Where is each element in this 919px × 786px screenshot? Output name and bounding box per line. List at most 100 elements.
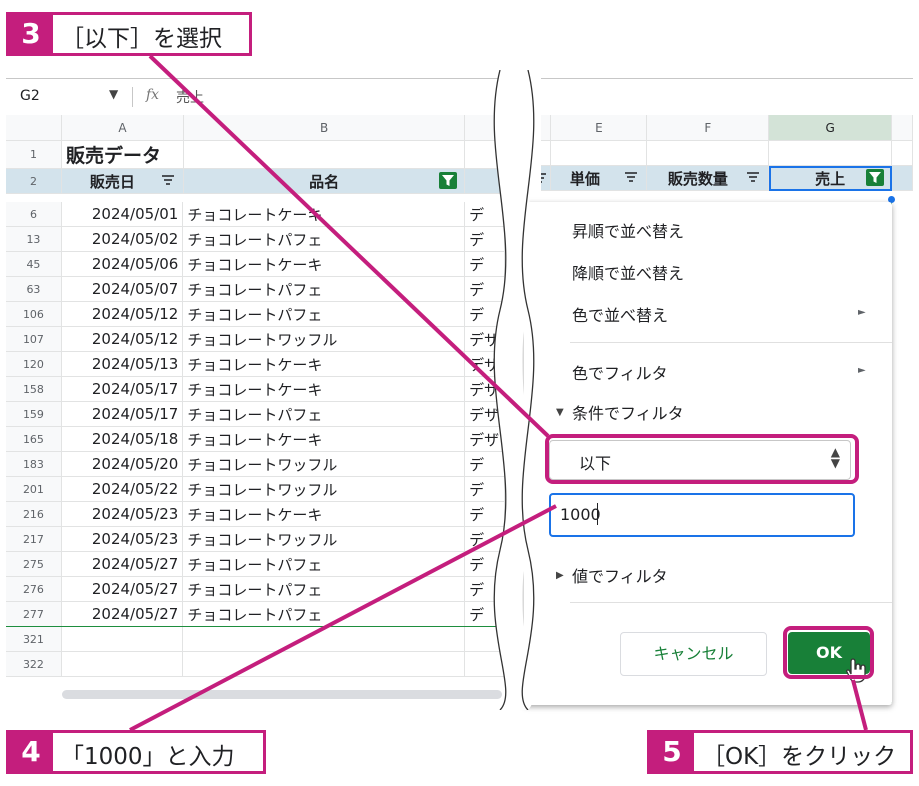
menu-item-sort-desc[interactable]: 降順で並べ替え — [572, 260, 684, 284]
row-header[interactable]: 217 — [6, 526, 62, 552]
row-header[interactable]: 201 — [6, 476, 62, 502]
cell-date[interactable]: 2024/05/17 — [61, 376, 184, 402]
select-all-corner[interactable] — [6, 115, 63, 141]
cell — [891, 165, 913, 191]
cell-product[interactable]: チョコレートパフェ — [182, 226, 466, 252]
cell-product[interactable]: チョコレートパフェ — [182, 401, 466, 427]
filter-icon[interactable] — [746, 170, 760, 184]
row-header[interactable]: 216 — [6, 501, 62, 527]
cell-date[interactable]: 2024/05/02 — [61, 226, 184, 252]
cell-product[interactable]: チョコレートパフェ — [182, 551, 466, 577]
row-header[interactable]: 321 — [6, 626, 62, 652]
cell-date[interactable]: 2024/05/18 — [61, 426, 184, 452]
column-header-row: A B — [6, 115, 505, 141]
row-header[interactable]: 165 — [6, 426, 62, 452]
table-header-row: 2 販売日 品名 — [6, 168, 505, 194]
filter-active-icon[interactable] — [439, 172, 458, 189]
row-header[interactable]: 322 — [6, 651, 62, 677]
menu-item-sort-asc[interactable]: 昇順で並べ替え — [572, 218, 684, 242]
header-sale-date[interactable]: 販売日 — [61, 168, 184, 194]
row-header[interactable]: 120 — [6, 351, 62, 377]
cell-product[interactable]: チョコレートワッフル — [182, 476, 466, 502]
cell[interactable] — [182, 626, 466, 652]
cell-date[interactable]: 2024/05/06 — [61, 251, 184, 277]
caret-down-icon[interactable]: ▼ — [556, 407, 564, 418]
cell-date[interactable]: 2024/05/22 — [61, 476, 184, 502]
row-header[interactable]: 1 — [6, 140, 63, 169]
header-price[interactable]: 単価 — [550, 165, 648, 191]
row-header[interactable]: 2 — [6, 168, 63, 194]
menu-item-filter-values[interactable]: 値でフィルタ — [572, 563, 668, 587]
row-header[interactable]: 45 — [6, 251, 62, 277]
column-header-b[interactable]: B — [183, 115, 466, 141]
cell-product[interactable]: チョコレートパフェ — [182, 276, 466, 302]
cell-product[interactable]: チョコレートパフェ — [182, 301, 466, 327]
cell-date[interactable]: 2024/05/27 — [61, 601, 184, 627]
condition-value-input[interactable]: 1000 — [549, 493, 855, 537]
row-header[interactable]: 63 — [6, 276, 62, 302]
formula-value[interactable]: 売上 — [176, 87, 204, 107]
row-header[interactable]: 183 — [6, 451, 62, 477]
divider — [132, 87, 133, 107]
menu-item-sort-color[interactable]: 色で並べ替え — [572, 302, 668, 326]
row-header[interactable]: 13 — [6, 226, 62, 252]
cell[interactable] — [61, 651, 184, 677]
sheet-title[interactable]: 販売データ — [61, 140, 184, 169]
cancel-button[interactable]: キャンセル — [620, 632, 767, 676]
caret-right-icon[interactable]: ▶ — [556, 570, 564, 581]
header-product[interactable]: 品名 — [183, 168, 466, 194]
cell-date[interactable]: 2024/05/23 — [61, 501, 184, 527]
cell-product[interactable]: チョコレートワッフル — [182, 526, 466, 552]
menu-item-filter-color[interactable]: 色でフィルタ — [572, 360, 668, 384]
cell[interactable] — [183, 140, 466, 169]
column-header-g[interactable]: G — [768, 115, 893, 141]
cell-date[interactable]: 2024/05/27 — [61, 551, 184, 577]
chevron-down-icon[interactable]: ▼ — [109, 87, 118, 101]
cell-date[interactable]: 2024/05/17 — [61, 401, 184, 427]
cell-product[interactable]: チョコレートケーキ — [182, 501, 466, 527]
filter-icon[interactable] — [624, 170, 638, 184]
cell-product[interactable]: チョコレートワッフル — [182, 326, 466, 352]
cell-date[interactable]: 2024/05/27 — [61, 576, 184, 602]
cell-product[interactable]: チョコレートケーキ — [182, 351, 466, 377]
row-header[interactable]: 277 — [6, 601, 62, 627]
sheet-grid-right: E F G 単価 販売数量 売上 — [541, 115, 913, 191]
row-header[interactable]: 276 — [6, 576, 62, 602]
column-header-row: E F G — [541, 115, 913, 141]
cell-reference[interactable]: G2 — [20, 88, 40, 104]
header-label: 売上 — [815, 169, 846, 188]
column-header-a[interactable]: A — [61, 115, 184, 141]
cell-date[interactable]: 2024/05/12 — [61, 301, 184, 327]
cell-product[interactable]: チョコレートケーキ — [182, 426, 466, 452]
cell[interactable] — [61, 626, 184, 652]
cell-date[interactable]: 2024/05/01 — [61, 202, 184, 227]
cell-product[interactable]: チョコレートパフェ — [182, 576, 466, 602]
column-header-f[interactable]: F — [646, 115, 770, 141]
table-row: 322 — [6, 651, 505, 677]
row-header[interactable]: 106 — [6, 301, 62, 327]
row-header[interactable]: 107 — [6, 326, 62, 352]
cell-product[interactable]: チョコレートケーキ — [182, 251, 466, 277]
cell-date[interactable]: 2024/05/12 — [61, 326, 184, 352]
row-header[interactable]: 6 — [6, 202, 62, 227]
callout-step-4: 4 「1000」と入力 — [6, 730, 266, 774]
horizontal-scrollbar[interactable] — [62, 690, 502, 699]
cell-product[interactable]: チョコレートワッフル — [182, 451, 466, 477]
row-header[interactable]: 275 — [6, 551, 62, 577]
filter-icon[interactable] — [161, 173, 175, 187]
cell-date[interactable]: 2024/05/20 — [61, 451, 184, 477]
cell[interactable] — [182, 651, 466, 677]
header-sales[interactable]: 売上 — [768, 165, 893, 191]
cell-date[interactable]: 2024/05/13 — [61, 351, 184, 377]
column-header-e[interactable]: E — [550, 115, 648, 141]
cell-date[interactable]: 2024/05/07 — [61, 276, 184, 302]
cell-date[interactable]: 2024/05/23 — [61, 526, 184, 552]
cell-product[interactable]: チョコレートケーキ — [182, 202, 466, 227]
row-header[interactable]: 158 — [6, 376, 62, 402]
row-header[interactable]: 159 — [6, 401, 62, 427]
filter-active-icon[interactable] — [866, 169, 885, 186]
cell-product[interactable]: チョコレートケーキ — [182, 376, 466, 402]
header-quantity[interactable]: 販売数量 — [646, 165, 770, 191]
cell-product[interactable]: チョコレートパフェ — [182, 601, 466, 627]
menu-item-filter-condition[interactable]: 条件でフィルタ — [572, 400, 684, 424]
